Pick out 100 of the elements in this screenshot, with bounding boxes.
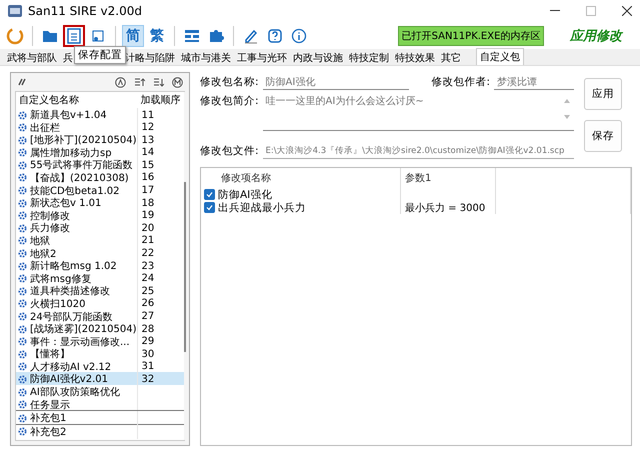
package-name: 【懂将】 bbox=[30, 348, 70, 362]
window-title: San11 SIRE v2.00d bbox=[28, 4, 142, 18]
load-order: 28 bbox=[140, 324, 156, 335]
load-order: 21 bbox=[140, 235, 156, 246]
package-row[interactable]: 兵力修改 20 bbox=[16, 221, 184, 234]
package-row[interactable]: 补充包2 bbox=[16, 424, 184, 438]
load-order: 24 bbox=[140, 273, 156, 284]
tab[interactable]: 内政与设施 bbox=[290, 50, 346, 65]
package-name: 事件：显示动画修改... bbox=[30, 336, 130, 348]
package-name: 兵力修改 bbox=[30, 222, 70, 236]
tab[interactable]: 武将与部队 bbox=[4, 50, 60, 65]
package-row[interactable]: AI部队攻防策略优化 bbox=[16, 385, 184, 398]
package-name: 新计略包msg 1.02 bbox=[30, 260, 117, 274]
column-header[interactable]: 修改项名称 bbox=[201, 168, 401, 188]
package-row[interactable]: [战场迷雾](20210504) 28 bbox=[16, 322, 184, 335]
load-order: 25 bbox=[140, 286, 156, 297]
name-field[interactable]: 防御AI强化 bbox=[262, 74, 409, 90]
package-row[interactable]: 24号部队万能函数 27 bbox=[16, 310, 184, 322]
package-name: 技能CD包beta1.02 bbox=[30, 184, 120, 198]
checkbox[interactable] bbox=[204, 202, 215, 213]
field-label: 修改包文件: bbox=[200, 144, 259, 158]
package-name: [地形补丁](20210504) bbox=[30, 134, 137, 148]
package-row[interactable]: 属性增加移动力sp 14 bbox=[16, 146, 184, 158]
language-button[interactable]: 简 bbox=[122, 24, 144, 46]
package-row[interactable]: 【奋战】(20210308) 16 bbox=[16, 170, 184, 184]
package-row[interactable]: [地形补丁](20210504) 13 bbox=[16, 133, 184, 146]
load-order: 18 bbox=[140, 198, 156, 209]
package-row[interactable]: 新道具包v+1.04 11 bbox=[16, 108, 184, 121]
tab[interactable]: 兵 bbox=[60, 50, 76, 65]
load-order: 13 bbox=[140, 134, 156, 146]
package-name: 防御AI强化v2.01 bbox=[30, 372, 108, 386]
save-button[interactable]: 保存 bbox=[584, 120, 622, 152]
package-name: 新状态包v 1.01 bbox=[30, 196, 102, 210]
load-order: 11 bbox=[140, 110, 156, 120]
package-name: 55号武将事件万能函数 bbox=[30, 158, 133, 172]
tab[interactable]: 工事与光环 bbox=[234, 50, 290, 65]
package-row[interactable]: 地狱2 22 bbox=[16, 246, 184, 260]
package-name: 武将msg修复 bbox=[30, 272, 92, 286]
load-order: 29 bbox=[140, 336, 156, 348]
item-name[interactable]: 防御AI强化 bbox=[201, 188, 401, 201]
package-row[interactable]: 控制修改 19 bbox=[16, 208, 184, 222]
scrollbar-thumb[interactable] bbox=[184, 182, 186, 352]
minimize-icon[interactable] bbox=[550, 10, 560, 12]
load-order: 26 bbox=[140, 298, 156, 310]
tab[interactable]: 其它 bbox=[438, 50, 464, 65]
load-order: 32 bbox=[140, 374, 156, 385]
package-row[interactable]: 任务显示 bbox=[16, 398, 184, 410]
load-order: 27 bbox=[140, 311, 156, 322]
tab[interactable]: 自定义包 bbox=[476, 48, 524, 65]
tab[interactable]: 特技效果 bbox=[392, 50, 438, 65]
column-header[interactable]: 加载顺序 bbox=[138, 93, 184, 107]
package-name: 控制修改 bbox=[30, 210, 70, 222]
tooltip: 保存配置 bbox=[74, 46, 126, 64]
package-row[interactable]: 防御AI强化v2.01 32 bbox=[16, 372, 184, 386]
column-header[interactable]: 自定义包名称 bbox=[16, 93, 138, 107]
tab[interactable]: 城市与港关 bbox=[178, 50, 234, 65]
package-name: 地狱2 bbox=[30, 248, 56, 260]
load-order: 20 bbox=[140, 222, 156, 234]
document-icon bbox=[67, 28, 81, 44]
package-name: AI部队攻防策略优化 bbox=[30, 386, 120, 400]
package-name: 24号部队万能函数 bbox=[30, 310, 113, 324]
save-button[interactable] bbox=[63, 24, 85, 46]
package-row[interactable]: 【懂将】 30 bbox=[16, 347, 184, 360]
package-name: 地狱 bbox=[30, 234, 50, 248]
app-icon bbox=[8, 5, 22, 17]
apply-changes-button[interactable]: 应用修改 bbox=[570, 26, 622, 44]
package-row[interactable]: 地狱 21 bbox=[16, 234, 184, 247]
apply-button[interactable]: 应用 bbox=[584, 78, 622, 110]
close-icon[interactable] bbox=[622, 6, 632, 16]
column-header[interactable]: 参数1 bbox=[401, 168, 496, 188]
status-banner: 已打开SAN11PK.EXE的内存区 bbox=[398, 26, 544, 46]
field-label: 修改包简介: bbox=[200, 94, 259, 108]
move-up-icon[interactable] bbox=[134, 76, 145, 88]
language-button[interactable]: 繁 bbox=[146, 24, 168, 46]
checkbox[interactable] bbox=[204, 189, 215, 200]
package-name: 新道具包v+1.04 bbox=[30, 108, 107, 122]
item-name[interactable]: 出兵迎战最小兵力 bbox=[201, 201, 401, 214]
load-order: 30 bbox=[140, 348, 156, 360]
package-row[interactable]: 新状态包v 1.01 18 bbox=[16, 196, 184, 209]
help-icon bbox=[267, 28, 283, 44]
load-order: 22 bbox=[140, 248, 156, 260]
tab[interactable]: 特技定制 bbox=[346, 50, 392, 65]
package-name: 火横扫1020 bbox=[30, 298, 86, 311]
field-label: 修改包名称: bbox=[200, 75, 259, 89]
grid-icon bbox=[184, 28, 200, 42]
circle-m-icon[interactable] bbox=[172, 76, 183, 88]
package-row[interactable]: 武将msg修复 24 bbox=[16, 272, 184, 284]
package-row[interactable]: 事件：显示动画修改... 29 bbox=[16, 334, 184, 348]
package-row[interactable]: 新计略包msg 1.02 23 bbox=[16, 259, 184, 272]
move-down-icon[interactable] bbox=[153, 76, 164, 88]
load-order: 17 bbox=[140, 185, 156, 196]
author-field[interactable]: 梦溪比谭 bbox=[494, 74, 574, 90]
package-row[interactable]: 55号武将事件万能函数 15 bbox=[16, 158, 184, 171]
intro-field[interactable]: 哇一一这里的AI为什么会这么讨厌~ bbox=[262, 94, 574, 131]
package-row[interactable]: 补充包1 bbox=[16, 410, 184, 425]
package-row[interactable]: 道具种类描述修改 25 bbox=[16, 284, 184, 297]
package-row[interactable]: 技能CD包beta1.02 17 bbox=[16, 184, 184, 196]
package-row[interactable]: 出征栏 12 bbox=[16, 120, 184, 134]
file-field[interactable]: E:\大浪淘沙4.3『传承』\大浪淘沙sire2.0\customize\防御AI强化v2.01.scp bbox=[262, 143, 574, 159]
package-row[interactable]: 火横扫1020 26 bbox=[16, 296, 184, 310]
